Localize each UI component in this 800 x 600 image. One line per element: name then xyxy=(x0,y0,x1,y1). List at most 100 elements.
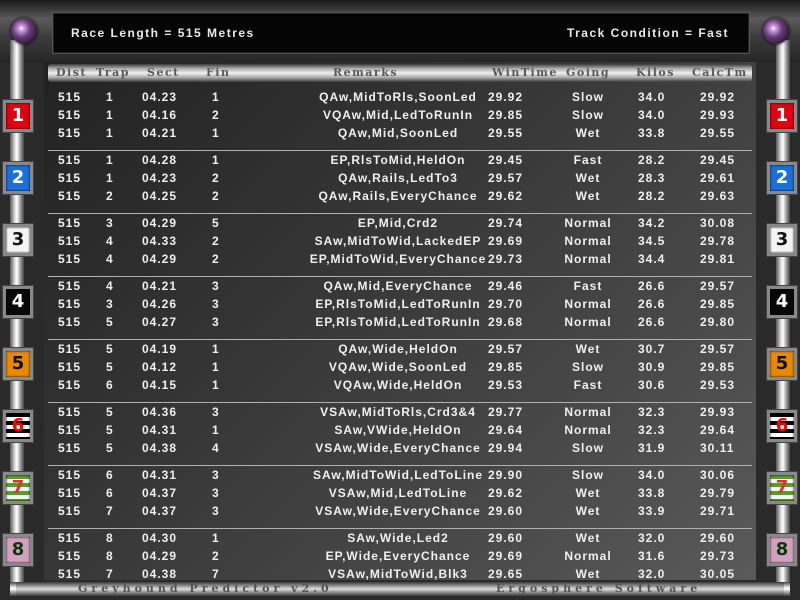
cell-sect: 04.21 xyxy=(142,279,178,293)
header-going: Going xyxy=(566,66,611,79)
cell-fin: 3 xyxy=(212,279,220,293)
table-row: 515 3 04.29 5 EP,Mid,Crd2 29.74 Normal 34.2 30.0… xyxy=(48,214,752,232)
cell-wintime: 29.45 xyxy=(488,153,524,167)
cell-trap: 4 xyxy=(106,252,114,266)
table-row: 515 1 04.23 1 QAw,MidToRls,SoonLed 29.92 Slow 3… xyxy=(48,88,752,106)
cell-wintime: 29.53 xyxy=(488,378,524,392)
cell-wintime: 29.69 xyxy=(488,549,524,563)
cell-trap: 8 xyxy=(106,531,114,545)
header-remarks: Remarks xyxy=(333,66,399,79)
cell-wintime: 29.62 xyxy=(488,189,524,203)
cell-wintime: 29.55 xyxy=(488,126,524,140)
cell-dist: 515 xyxy=(58,315,82,329)
cell-going: Fast xyxy=(573,378,603,392)
left-orb-icon xyxy=(11,18,37,44)
cell-wintime: 29.69 xyxy=(488,234,524,248)
table-row: 515 4 04.21 3 QAw,Mid,EveryChance 29.46 Fast 26… xyxy=(48,277,752,295)
cell-wintime: 29.62 xyxy=(488,486,524,500)
cell-going: Normal xyxy=(564,252,612,266)
cell-wintime: 29.57 xyxy=(488,342,524,356)
cell-dist: 515 xyxy=(58,297,82,311)
cell-sect: 04.38 xyxy=(142,567,178,581)
cell-fin: 1 xyxy=(212,153,220,167)
cell-wintime: 29.65 xyxy=(488,567,524,581)
cell-calctm: 30.05 xyxy=(700,567,736,581)
cell-trap: 6 xyxy=(106,468,114,482)
header-trap: Trap xyxy=(96,66,130,79)
company-name: Ergosphere Software xyxy=(496,582,702,595)
cell-wintime: 29.74 xyxy=(488,216,524,230)
table-row: 515 5 04.27 3 EP,RlsToMid,LedToRunIn 29.68 Nor… xyxy=(48,313,752,331)
cell-trap: 6 xyxy=(106,378,114,392)
cell-trap: 6 xyxy=(106,486,114,500)
table-row: 515 8 04.29 2 EP,Wide,EveryChance 29.69 Normal… xyxy=(48,547,752,565)
cell-wintime: 29.85 xyxy=(488,360,524,374)
table-row: 515 4 04.29 2 EP,MidToWid,EveryChance 29.73 No… xyxy=(48,250,752,268)
trap-group-4: 515 4 04.21 3 QAw,Mid,EveryChance 29.46 Fast 26… xyxy=(48,277,752,340)
cell-calctm: 29.92 xyxy=(700,90,736,104)
cell-going: Wet xyxy=(575,504,601,518)
cell-trap: 7 xyxy=(106,567,114,581)
table-row: 515 1 04.23 2 QAw,Rails,LedTo3 29.57 Wet 28.3 29… xyxy=(48,169,752,187)
cell-wintime: 29.46 xyxy=(488,279,524,293)
cell-fin: 3 xyxy=(212,468,220,482)
cell-dist: 515 xyxy=(58,441,82,455)
cell-fin: 2 xyxy=(212,108,220,122)
cell-trap: 1 xyxy=(106,90,114,104)
cell-kilos: 28.2 xyxy=(638,153,666,167)
header-dist: Dist xyxy=(56,66,87,79)
cell-going: Normal xyxy=(564,234,612,248)
cell-sect: 04.29 xyxy=(142,216,178,230)
results-table: 515 1 04.23 1 QAw,MidToRls,SoonLed 29.92 Slow 3… xyxy=(48,88,752,591)
cell-trap: 5 xyxy=(106,441,114,455)
cell-sect: 04.23 xyxy=(142,171,178,185)
cell-wintime: 29.57 xyxy=(488,171,524,185)
trap-group-2: 515 1 04.28 1 EP,RlsToMid,HeldOn 29.45 Fast 28.… xyxy=(48,151,752,214)
cell-calctm: 30.08 xyxy=(700,216,736,230)
cell-calctm: 29.85 xyxy=(700,360,736,374)
cell-wintime: 29.77 xyxy=(488,405,524,419)
cell-dist: 515 xyxy=(58,108,82,122)
cell-calctm: 29.79 xyxy=(700,486,736,500)
cell-dist: 515 xyxy=(58,216,82,230)
cell-going: Fast xyxy=(573,279,603,293)
cell-kilos: 30.7 xyxy=(638,342,666,356)
cell-kilos: 34.4 xyxy=(638,252,666,266)
cell-trap: 4 xyxy=(106,279,114,293)
cell-going: Slow xyxy=(571,90,604,104)
table-row: 515 5 04.36 3 VSAw,MidToRls,Crd3&4 29.77 Norma… xyxy=(48,403,752,421)
cell-dist: 515 xyxy=(58,531,82,545)
left-trap-1-badge: 1 xyxy=(3,100,33,132)
cell-kilos: 30.6 xyxy=(638,378,666,392)
cell-going: Normal xyxy=(564,405,612,419)
cell-fin: 1 xyxy=(212,423,220,437)
cell-trap: 8 xyxy=(106,549,114,563)
table-row: 515 7 04.38 7 VSAw,MidToWid,Blk3 29.65 Wet 32.0… xyxy=(48,565,752,583)
trap-group-3: 515 3 04.29 5 EP,Mid,Crd2 29.74 Normal 34.2 30.0… xyxy=(48,214,752,277)
cell-dist: 515 xyxy=(58,171,82,185)
right-trap-3-badge: 3 xyxy=(767,224,797,256)
cell-trap: 4 xyxy=(106,234,114,248)
cell-going: Wet xyxy=(575,567,601,581)
right-trap-2-badge: 2 xyxy=(767,162,797,194)
cell-going: Normal xyxy=(564,315,612,329)
cell-fin: 2 xyxy=(212,549,220,563)
cell-calctm: 29.93 xyxy=(700,405,736,419)
cell-sect: 04.23 xyxy=(142,90,178,104)
cell-wintime: 29.60 xyxy=(488,504,524,518)
cell-kilos: 33.9 xyxy=(638,504,666,518)
trap-group-1: 515 1 04.23 1 QAw,MidToRls,SoonLed 29.92 Slow 3… xyxy=(48,88,752,151)
left-trap-6-badge: 6 xyxy=(3,410,33,442)
cell-dist: 515 xyxy=(58,486,82,500)
cell-sect: 04.28 xyxy=(142,153,178,167)
race-length: Race Length = 515 Metres xyxy=(71,26,255,40)
cell-kilos: 32.3 xyxy=(638,405,666,419)
cell-fin: 2 xyxy=(212,171,220,185)
cell-sect: 04.29 xyxy=(142,252,178,266)
right-trap-4-badge: 4 xyxy=(767,286,797,318)
header-wintime: WinTime xyxy=(492,66,558,79)
cell-kilos: 34.0 xyxy=(638,108,666,122)
cell-fin: 3 xyxy=(212,504,220,518)
cell-going: Normal xyxy=(564,216,612,230)
cell-kilos: 30.9 xyxy=(638,360,666,374)
